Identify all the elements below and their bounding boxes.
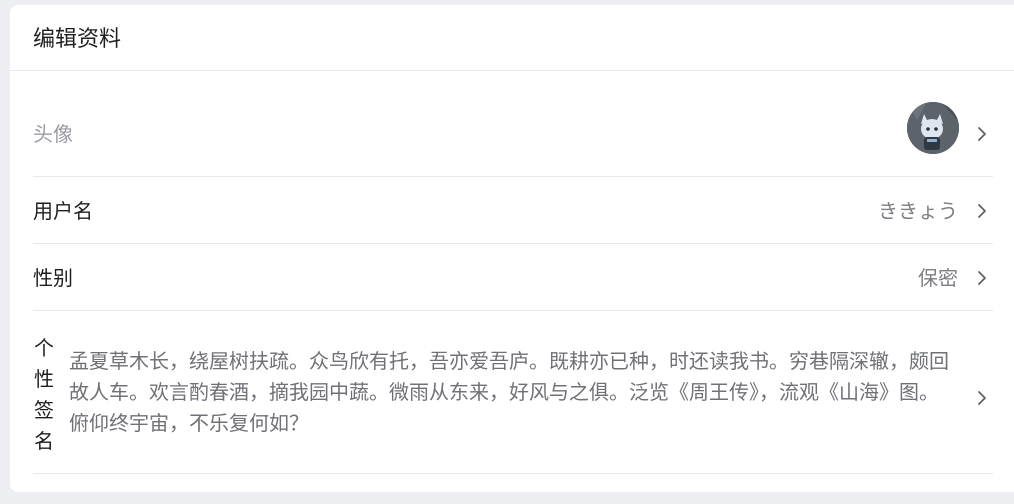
username-value: ききょう <box>878 199 958 223</box>
avatar-label: 头像 <box>33 122 73 146</box>
signature-label-char: 名 <box>34 429 54 453</box>
signature-label-char: 个 <box>34 336 54 360</box>
avatar-row[interactable]: 头像 <box>33 71 993 177</box>
edit-profile-card: 编辑资料 头像 用户名 ききょう 性别 保密 个 性 签 名 孟夏草木长，绕屋树… <box>10 5 1014 492</box>
gender-label: 性别 <box>33 266 73 290</box>
avatar-image <box>907 102 959 154</box>
signature-label: 个 性 签 名 <box>33 333 55 457</box>
username-label: 用户名 <box>33 199 93 223</box>
signature-row[interactable]: 个 性 签 名 孟夏草木长，绕屋树扶疏。众鸟欣有托，吾亦爱吾庐。既耕亦已种，时还… <box>33 311 993 474</box>
gender-value: 保密 <box>918 266 958 290</box>
avatar[interactable] <box>907 102 959 154</box>
card-header: 编辑资料 <box>10 5 1014 71</box>
chevron-right-icon <box>977 390 987 406</box>
signature-label-char: 签 <box>34 398 54 422</box>
username-row[interactable]: 用户名 ききょう <box>33 177 993 244</box>
chevron-right-icon <box>977 270 987 286</box>
chevron-right-icon <box>977 203 987 219</box>
gender-row[interactable]: 性别 保密 <box>33 244 993 311</box>
signature-value: 孟夏草木长，绕屋树扶疏。众鸟欣有托，吾亦爱吾庐。既耕亦已种，时还读我书。穷巷隔深… <box>69 349 949 435</box>
chevron-right-icon <box>977 126 987 142</box>
signature-label-char: 性 <box>34 367 54 391</box>
page-title: 编辑资料 <box>33 27 122 52</box>
